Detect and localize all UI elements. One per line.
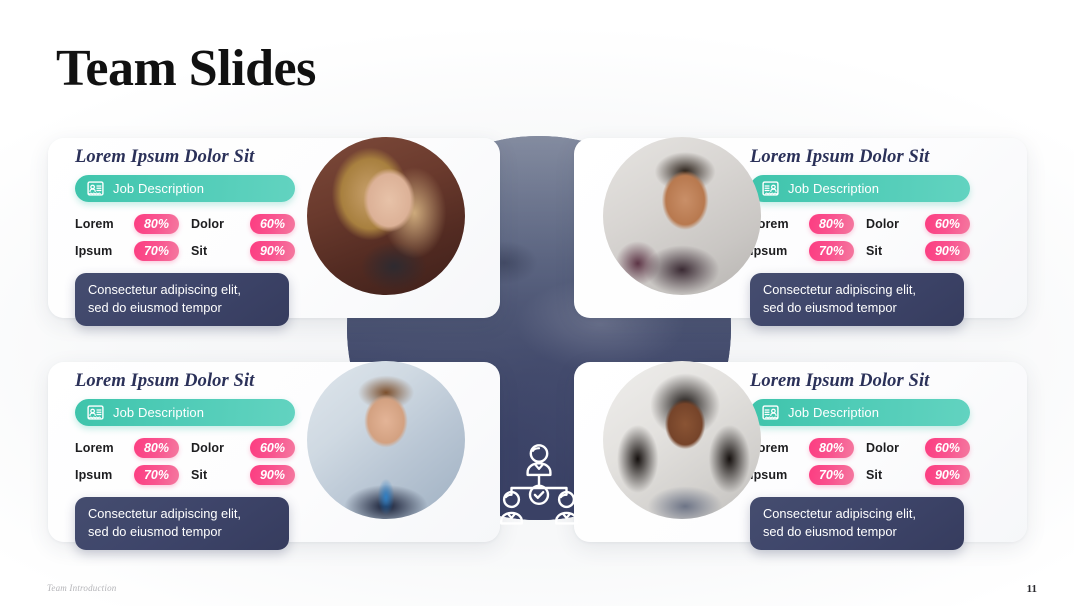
stat-item: Sit 90% bbox=[191, 241, 295, 261]
stat-value: 80% bbox=[809, 214, 854, 234]
stat-item: Ipsum 70% bbox=[75, 241, 179, 261]
stat-item: Sit 90% bbox=[191, 465, 295, 485]
member-name: Lorem Ipsum Dolor Sit bbox=[750, 147, 930, 167]
stat-label: Sit bbox=[191, 468, 208, 482]
member-stats: Lorem 80% Dolor 60% Ipsum 70% Sit 90% bbox=[750, 438, 1000, 485]
stat-value: 70% bbox=[809, 241, 854, 261]
quote-line-1: Consectetur adipiscing elit, bbox=[763, 506, 916, 521]
member-quote-box: Consectetur adipiscing elit, sed do eius… bbox=[750, 497, 964, 550]
id-badge-icon bbox=[762, 405, 779, 420]
stat-label: Ipsum bbox=[75, 244, 113, 258]
slide-canvas: Team Slides Lorem Ipsum Dolor Sit Job De… bbox=[0, 0, 1074, 606]
portrait-image bbox=[603, 361, 761, 519]
quote-line-2: sed do eiusmod tempor bbox=[88, 524, 222, 539]
stat-item: Lorem 80% bbox=[750, 214, 854, 234]
stat-value: 90% bbox=[250, 465, 295, 485]
stat-label: Sit bbox=[866, 244, 883, 258]
stat-value: 60% bbox=[250, 438, 295, 458]
stat-value: 60% bbox=[925, 438, 970, 458]
stat-value: 70% bbox=[809, 465, 854, 485]
stat-value: 80% bbox=[134, 438, 179, 458]
member-quote-box: Consectetur adipiscing elit, sed do eius… bbox=[750, 273, 964, 326]
stat-item: Sit 90% bbox=[866, 465, 970, 485]
portrait-bottom-right bbox=[603, 361, 761, 519]
member-stats: Lorem 80% Dolor 60% Ipsum 70% Sit 90% bbox=[750, 214, 1000, 261]
quote-line-1: Consectetur adipiscing elit, bbox=[763, 282, 916, 297]
quote-line-2: sed do eiusmod tempor bbox=[763, 524, 897, 539]
member-name: Lorem Ipsum Dolor Sit bbox=[750, 371, 930, 391]
stat-value: 90% bbox=[925, 465, 970, 485]
stat-item: Dolor 60% bbox=[191, 438, 295, 458]
stat-label: Lorem bbox=[75, 217, 114, 231]
stat-value: 70% bbox=[134, 241, 179, 261]
stat-item: Dolor 60% bbox=[866, 214, 970, 234]
stat-value: 90% bbox=[250, 241, 295, 261]
stat-value: 80% bbox=[134, 214, 179, 234]
job-description-pill[interactable]: Job Description bbox=[750, 175, 970, 202]
member-stats: Lorem 80% Dolor 60% Ipsum 70% Sit 90% bbox=[75, 438, 325, 485]
stat-item: Dolor 60% bbox=[191, 214, 295, 234]
stat-label: Sit bbox=[191, 244, 208, 258]
job-description-label: Job Description bbox=[788, 181, 880, 196]
portrait-image bbox=[307, 361, 465, 519]
quote-line-1: Consectetur adipiscing elit, bbox=[88, 506, 241, 521]
stat-value: 70% bbox=[134, 465, 179, 485]
portrait-top-right bbox=[603, 137, 761, 295]
footer-note: Team Introduction bbox=[47, 583, 117, 593]
stat-label: Dolor bbox=[866, 441, 900, 455]
member-name: Lorem Ipsum Dolor Sit bbox=[75, 371, 255, 391]
stat-item: Ipsum 70% bbox=[750, 465, 854, 485]
stat-item: Ipsum 70% bbox=[75, 465, 179, 485]
stat-label: Dolor bbox=[866, 217, 900, 231]
stat-value: 60% bbox=[925, 214, 970, 234]
team-org-chart-icon bbox=[500, 444, 578, 525]
quote-line-2: sed do eiusmod tempor bbox=[88, 300, 222, 315]
job-description-pill[interactable]: Job Description bbox=[75, 399, 295, 426]
stat-item: Dolor 60% bbox=[866, 438, 970, 458]
member-quote-box: Consectetur adipiscing elit, sed do eius… bbox=[75, 273, 289, 326]
quote-line-2: sed do eiusmod tempor bbox=[763, 300, 897, 315]
job-description-pill[interactable]: Job Description bbox=[75, 175, 295, 202]
job-description-label: Job Description bbox=[788, 405, 880, 420]
page-title: Team Slides bbox=[56, 40, 316, 97]
stat-label: Lorem bbox=[75, 441, 114, 455]
stat-label: Dolor bbox=[191, 441, 225, 455]
stat-value: 80% bbox=[809, 438, 854, 458]
id-badge-icon bbox=[87, 405, 104, 420]
stat-item: Sit 90% bbox=[866, 241, 970, 261]
stat-item: Lorem 80% bbox=[75, 214, 179, 234]
page-number: 11 bbox=[1026, 583, 1037, 595]
stat-label: Dolor bbox=[191, 217, 225, 231]
member-stats: Lorem 80% Dolor 60% Ipsum 70% Sit 90% bbox=[75, 214, 325, 261]
member-name: Lorem Ipsum Dolor Sit bbox=[75, 147, 255, 167]
stat-label: Ipsum bbox=[75, 468, 113, 482]
portrait-image bbox=[307, 137, 465, 295]
job-description-label: Job Description bbox=[113, 181, 205, 196]
stat-item: Ipsum 70% bbox=[750, 241, 854, 261]
stat-value: 90% bbox=[925, 241, 970, 261]
stat-label: Sit bbox=[866, 468, 883, 482]
stat-item: Lorem 80% bbox=[75, 438, 179, 458]
job-description-pill[interactable]: Job Description bbox=[750, 399, 970, 426]
portrait-bottom-left bbox=[307, 361, 465, 519]
id-badge-icon bbox=[762, 181, 779, 196]
job-description-label: Job Description bbox=[113, 405, 205, 420]
stat-value: 60% bbox=[250, 214, 295, 234]
member-quote-box: Consectetur adipiscing elit, sed do eius… bbox=[75, 497, 289, 550]
stat-item: Lorem 80% bbox=[750, 438, 854, 458]
portrait-top-left bbox=[307, 137, 465, 295]
id-badge-icon bbox=[87, 181, 104, 196]
portrait-image bbox=[603, 137, 761, 295]
quote-line-1: Consectetur adipiscing elit, bbox=[88, 282, 241, 297]
